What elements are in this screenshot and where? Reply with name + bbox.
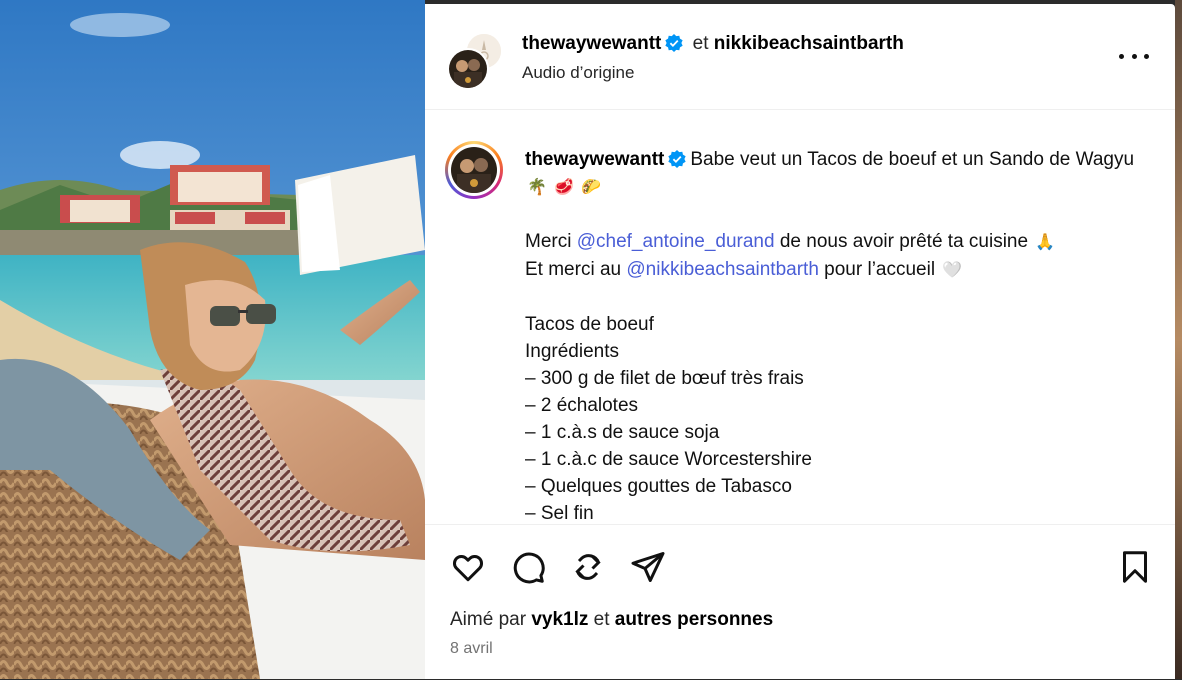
post-caption: thewaywewantt Babe veut un Tacos de boeuf… [425, 110, 1175, 524]
header-title: thewaywewantt et nikkibeachsaintbarth [522, 33, 904, 55]
taco-emoji: 🌮 [581, 179, 602, 196]
liker-username[interactable]: vyk1lz [531, 609, 588, 630]
header-avatars[interactable] [447, 32, 503, 90]
verified-badge-icon [665, 34, 684, 52]
heart-emoji: 🤍 [942, 262, 963, 279]
save-bookmark-icon[interactable] [1117, 549, 1153, 585]
ingredient-item: – Quelques gouttes de Tabasco [525, 476, 792, 497]
caption-author-avatar[interactable] [445, 141, 503, 199]
author-username[interactable]: thewaywewantt [522, 33, 661, 54]
thanks-1-prefix: Merci [525, 231, 572, 252]
meat-emoji: 🥩 [554, 179, 575, 196]
avatar-photo [449, 50, 487, 88]
comment-icon[interactable] [510, 549, 546, 585]
collaborator-username[interactable]: nikkibeachsaintbarth [714, 33, 904, 54]
ingredient-item: – 300 g de filet de bœuf très frais [525, 368, 804, 389]
mention-chef-antoine-durand[interactable]: @chef_antoine_durand [577, 231, 775, 252]
like-heart-icon[interactable] [450, 549, 486, 585]
thanks-1-suffix: de nous avoir prêté ta cuisine [779, 231, 1029, 252]
caption-author-username[interactable]: thewaywewantt [525, 149, 664, 170]
post-header: thewaywewantt et nikkibeachsaintbarth Au… [425, 4, 1175, 110]
ingredients-label: Ingrédients [525, 341, 620, 362]
post-actions: Aimé par vyk1lz et autres personnes 8 av… [425, 524, 1175, 680]
share-send-icon[interactable] [630, 549, 666, 585]
more-options-icon[interactable] [1119, 44, 1149, 68]
likes-summary: Aimé par vyk1lz et autres personnes [450, 609, 773, 631]
mention-nikkibeachsaintbarth[interactable]: @nikkibeachsaintbarth [626, 259, 819, 280]
thanks-2-suffix: pour l’accueil [824, 259, 936, 280]
avatar-photo [451, 147, 497, 193]
audio-label[interactable]: Audio d’origine [522, 63, 634, 83]
post-side-panel: thewaywewantt et nikkibeachsaintbarth Au… [425, 4, 1175, 679]
palm-tree-emoji: 🌴 [527, 179, 547, 196]
likes-connector: et [593, 609, 610, 630]
post-media-image[interactable] [0, 0, 425, 679]
ingredient-item: – 2 échalotes [525, 395, 639, 416]
thanks-2-prefix: Et merci au [525, 259, 622, 280]
likes-others-link[interactable]: autres personnes [615, 609, 773, 630]
likes-prefix: Aimé par [450, 609, 527, 630]
background-strip [1175, 0, 1182, 679]
header-connector: et [692, 33, 709, 54]
caption-text: thewaywewantt Babe veut un Tacos de boeuf… [525, 146, 1135, 524]
author-avatar[interactable] [447, 48, 489, 90]
ingredient-item: – 1 c.à.c de sauce Worcestershire [525, 449, 812, 470]
caption-line-1: Babe veut un Tacos de boeuf et un Sando … [690, 149, 1135, 170]
repost-icon[interactable] [570, 549, 606, 585]
praying-hands-emoji: 🙏 [1035, 234, 1056, 251]
post-date[interactable]: 8 avril [450, 640, 493, 658]
ingredient-item: – 1 c.à.s de sauce soja [525, 422, 720, 443]
beach-photo [0, 0, 425, 679]
recipe-title: Tacos de boeuf [525, 314, 654, 335]
ingredient-item: – Sel fin [525, 503, 594, 524]
verified-badge-icon [668, 150, 687, 168]
